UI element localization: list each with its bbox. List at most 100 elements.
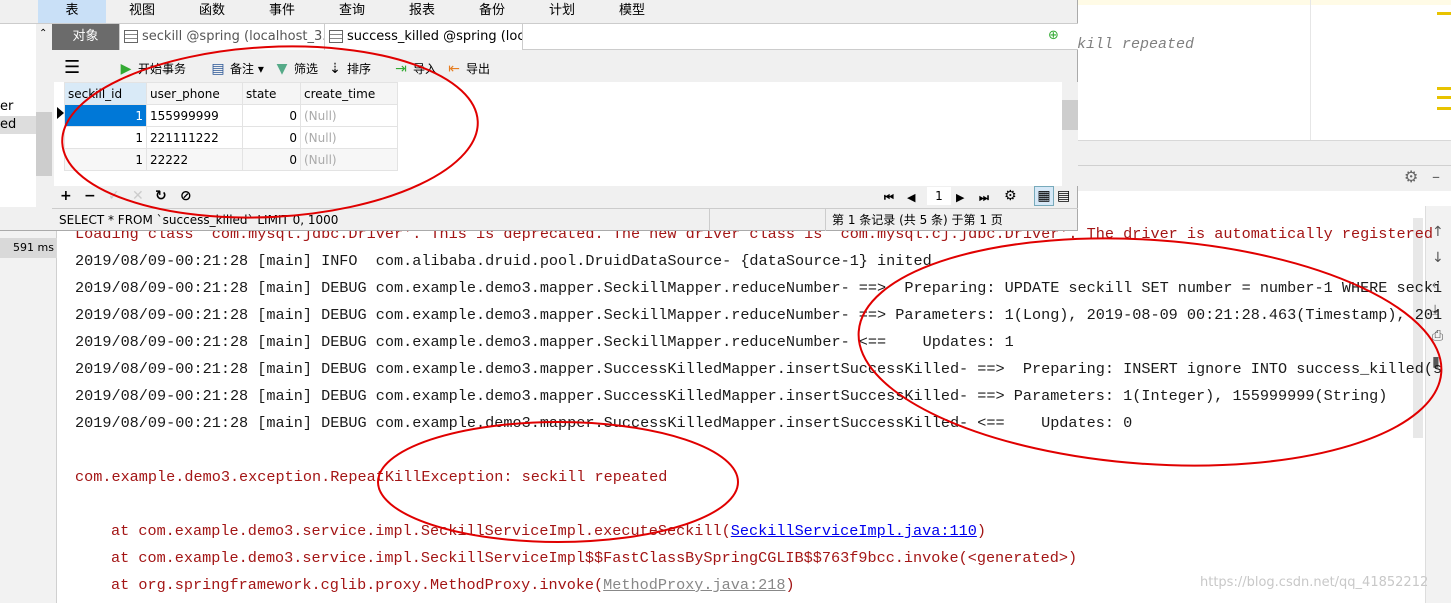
cell[interactable]: 1 [64, 104, 147, 127]
source-link[interactable]: SeckillServiceImpl.java:110 [731, 522, 977, 540]
sort-button[interactable]: ⇣ 排序 [327, 59, 371, 79]
menu-function[interactable]: 函数 [178, 0, 246, 23]
menu-view[interactable]: 视图 [108, 0, 176, 23]
status-bar: SELECT * FROM `success_killed` LIMIT 0, … [52, 208, 1078, 231]
error-stripe-mark[interactable] [1437, 87, 1451, 90]
cell[interactable]: 0 [242, 126, 301, 149]
table-icon [329, 30, 343, 43]
table-toolbar: ☰ ▶ 开始事务 ▤ 备注 ▾ ▼ 筛选 ⇣ 排序 ⇥ 导入 ⇤ 导出 [52, 56, 1078, 82]
console-line: 2019/08/09-00:21:28 [main] DEBUG com.exa… [75, 333, 1014, 351]
stack-frame: at com.example.demo3.service.impl.Seckil… [111, 522, 986, 540]
menu-event[interactable]: 事件 [248, 0, 316, 23]
cell[interactable]: 22222 [146, 148, 243, 171]
column-header[interactable]: user_phone [146, 82, 243, 105]
scroll-thumb[interactable] [1062, 100, 1078, 130]
form-view-icon[interactable]: ▤ [1057, 187, 1070, 205]
ribbon-menu: 表 视图 函数 事件 查询 报表 备份 计划 模型 [0, 0, 1078, 24]
cell[interactable]: (Null) [300, 148, 398, 171]
memo-button[interactable]: ▤ 备注 ▾ [210, 59, 263, 79]
watermark: https://blog.csdn.net/qq_41852212 [1200, 575, 1429, 590]
navicat-window: 表 视图 函数 事件 查询 报表 备份 计划 模型 er ed ⌃ 对象 sec… [0, 0, 1078, 231]
column-header[interactable]: seckill_id [64, 82, 147, 105]
add-record-icon[interactable]: + [60, 187, 72, 205]
menu-schedule[interactable]: 计划 [528, 0, 596, 23]
arrow-down-icon[interactable]: ↓ [1432, 250, 1444, 266]
tree-item[interactable]: er [0, 98, 13, 116]
first-page-icon[interactable]: ⏮ [884, 189, 894, 207]
refresh-icon[interactable]: ↻ [155, 187, 167, 205]
console-line: 2019/08/09-00:21:28 [main] DEBUG com.exa… [75, 387, 1388, 405]
cell[interactable]: 1 [64, 148, 147, 171]
error-stripe-mark[interactable] [1437, 107, 1451, 110]
cell[interactable]: 221111222 [146, 126, 243, 149]
grid-scrollbar[interactable] [1062, 82, 1078, 186]
menu-icon[interactable]: ☰ [64, 59, 80, 79]
console-line: 2019/08/09-00:21:28 [main] INFO com.alib… [75, 252, 932, 270]
table-row: 1 221111222 0 (Null) [64, 126, 398, 149]
tree-item-selected[interactable]: ed [0, 116, 36, 134]
table-row: 1 155999999 0 (Null) [64, 104, 398, 127]
scroll-thumb[interactable] [36, 112, 52, 176]
cell[interactable]: 0 [242, 104, 301, 127]
record-info: 第 1 条记录 (共 5 条) 于第 1 页 [832, 213, 1003, 227]
column-header[interactable]: create_time [300, 82, 398, 105]
menu-backup[interactable]: 备份 [458, 0, 526, 23]
prev-page-icon[interactable]: ◀ [907, 189, 915, 207]
cell[interactable]: 155999999 [146, 104, 243, 127]
console-line: 2019/08/09-00:21:28 [main] DEBUG com.exa… [75, 306, 1443, 324]
error-stripe-mark[interactable] [1437, 12, 1451, 15]
gear-icon[interactable]: ⚙ [1004, 187, 1017, 205]
table-icon [124, 30, 138, 43]
grid-bottom-bar: + − ✓ ✕ ↻ ⊘ ⏮ ◀ 1 ▶ ⏭ ⚙ ▦ ▤ [52, 186, 1078, 207]
exception-line: com.example.demo3.exception.RepeatKillEx… [75, 468, 668, 486]
source-link[interactable]: MethodProxy.java:218 [603, 576, 785, 594]
begin-transaction-button[interactable]: ▶ 开始事务 [118, 59, 186, 79]
table-row: 1 22222 0 (Null) [64, 148, 398, 171]
tab-objects[interactable]: 对象 [52, 24, 120, 50]
new-tab-icon[interactable]: ⊕ [1048, 28, 1059, 44]
export-icon: ⇤ [448, 61, 460, 77]
menu-table[interactable]: 表 [38, 0, 106, 23]
minimize-icon[interactable]: – [1432, 168, 1440, 186]
import-icon: ⇥ [395, 61, 407, 77]
transaction-icon: ▶ [120, 61, 132, 77]
menu-query[interactable]: 查询 [318, 0, 386, 23]
error-stripe-mark[interactable] [1437, 96, 1451, 99]
cell[interactable]: 1 [64, 126, 147, 149]
apply-icon[interactable]: ✓ [108, 187, 120, 205]
next-page-icon[interactable]: ▶ [956, 189, 964, 207]
grid-view-icon[interactable]: ▦ [1034, 186, 1054, 206]
cell[interactable]: (Null) [300, 126, 398, 149]
cell[interactable]: (Null) [300, 104, 398, 127]
export-button[interactable]: ⇤ 导出 [446, 59, 490, 79]
stack-frame: at org.springframework.cglib.proxy.Metho… [111, 576, 795, 594]
import-button[interactable]: ⇥ 导入 [393, 59, 437, 79]
filter-icon: ▼ [276, 61, 288, 77]
test-duration: 591 ms [0, 238, 57, 258]
tree-scrollbar[interactable]: ⌃ [36, 24, 52, 207]
print-icon[interactable]: ⎙ [1432, 328, 1443, 344]
chevron-up-icon[interactable]: ⌃ [39, 28, 47, 40]
memo-icon: ▤ [211, 61, 225, 77]
stop-icon[interactable]: ⊘ [180, 187, 192, 205]
console-line: 2019/08/09-00:21:28 [main] DEBUG com.exa… [75, 279, 1443, 297]
column-header[interactable]: state [242, 82, 301, 105]
sort-icon: ⇣ [329, 61, 341, 77]
delete-record-icon[interactable]: − [84, 187, 96, 205]
test-tree-panel: 591 ms [0, 206, 57, 603]
last-page-icon[interactable]: ⏭ [979, 189, 989, 207]
filter-button[interactable]: ▼ 筛选 [274, 59, 318, 79]
discard-icon[interactable]: ✕ [132, 187, 144, 205]
sql-statement: SELECT * FROM `success_killed` LIMIT 0, … [59, 213, 339, 227]
tab-seckill[interactable]: seckill @spring (localhost_3... [120, 24, 325, 50]
menu-report[interactable]: 报表 [388, 0, 456, 23]
page-number-input[interactable]: 1 [927, 187, 951, 205]
tab-bar: 对象 seckill @spring (localhost_3... succe… [52, 24, 1078, 50]
menu-model[interactable]: 模型 [598, 0, 666, 23]
console-line: 2019/08/09-00:21:28 [main] DEBUG com.exa… [75, 360, 1443, 378]
cell[interactable]: 0 [242, 148, 301, 171]
console-line: 2019/08/09-00:21:28 [main] DEBUG com.exa… [75, 414, 1133, 432]
arrow-up-icon[interactable]: ↑ [1432, 224, 1444, 240]
tab-success-killed[interactable]: success_killed @spring (loc... [325, 24, 523, 50]
stack-frame: at com.example.demo3.service.impl.Seckil… [111, 549, 1078, 567]
